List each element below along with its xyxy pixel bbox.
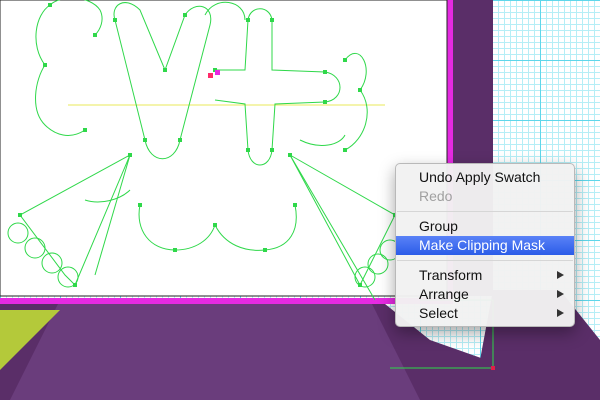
purple-bottom-light — [10, 300, 420, 400]
magenta-bottom-strip — [0, 298, 453, 304]
menu-item-arrange-label: Arrange — [419, 286, 469, 302]
menu-separator — [397, 211, 573, 212]
menu-item-transform-label: Transform — [419, 267, 483, 283]
menu-item-transform[interactable]: Transform — [396, 266, 574, 285]
selected-anchor-magenta — [215, 70, 220, 75]
menu-item-group-label: Group — [419, 218, 458, 234]
triangle-right-icon — [557, 290, 564, 298]
menu-item-arrange[interactable]: Arrange — [396, 285, 574, 304]
menu-item-make-clipping-mask-label: Make Clipping Mask — [419, 237, 546, 253]
triangle-right-icon — [557, 271, 564, 279]
corner-anchor — [491, 366, 495, 370]
selected-anchor-red — [208, 73, 213, 78]
menu-item-select[interactable]: Select — [396, 304, 574, 323]
menu-separator — [397, 260, 573, 261]
menu-item-group[interactable]: Group — [396, 217, 574, 236]
menu-item-select-label: Select — [419, 305, 458, 321]
menu-item-undo[interactable]: Undo Apply Swatch — [396, 168, 574, 187]
menu-item-redo: Redo — [396, 187, 574, 206]
menu-item-make-clipping-mask[interactable]: Make Clipping Mask — [396, 236, 574, 255]
triangle-right-icon — [557, 309, 564, 317]
menu-item-redo-label: Redo — [419, 188, 453, 204]
context-menu: Undo Apply Swatch Redo Group Make Clippi… — [395, 163, 575, 327]
menu-item-undo-label: Undo Apply Swatch — [419, 169, 541, 185]
